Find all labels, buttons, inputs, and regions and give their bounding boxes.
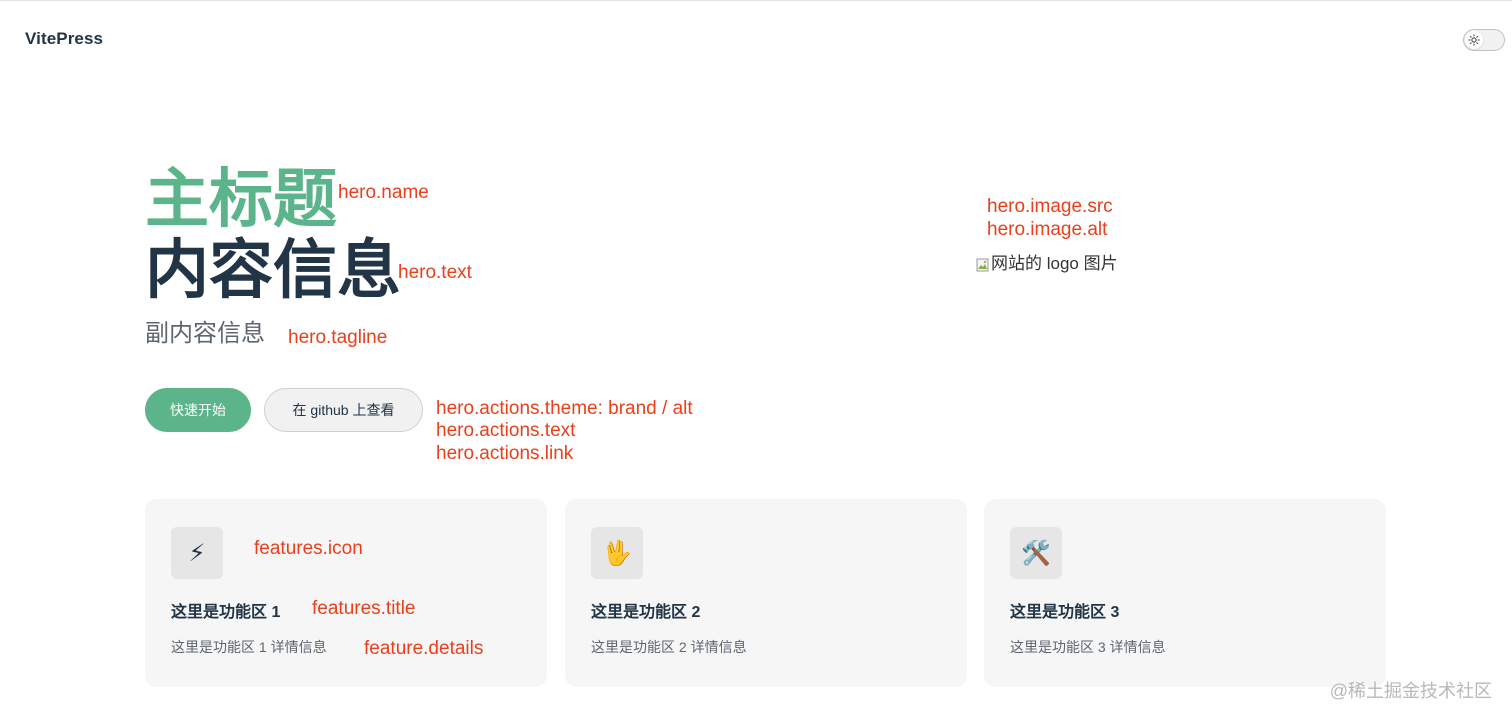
annotation-actions-text: hero.actions.text xyxy=(436,420,576,441)
annotation-actions-link: hero.actions.link xyxy=(436,443,574,464)
hero-text: 内容信息 xyxy=(145,234,401,306)
hero-name: 主标题 xyxy=(145,163,337,235)
feature-details: 这里是功能区 3 详情信息 xyxy=(1010,639,1166,655)
annotation-features-details: feature.details xyxy=(364,638,484,659)
annotation-hero-tagline: hero.tagline xyxy=(288,327,388,348)
annotation-hero-text: hero.text xyxy=(398,262,472,283)
feature-card-3: 🛠️ 这里是功能区 3 这里是功能区 3 详情信息 xyxy=(984,499,1386,687)
annotation-actions-theme: hero.actions.theme: brand / alt xyxy=(436,398,693,419)
feature-title: 这里是功能区 3 xyxy=(1010,604,1120,621)
hero-logo-image: 网站的 logo 图片 xyxy=(976,252,1118,276)
feature-card-1: ⚡ 这里是功能区 1 这里是功能区 1 详情信息 xyxy=(145,499,547,687)
sun-icon xyxy=(1465,31,1483,49)
top-divider xyxy=(0,0,1512,1)
get-started-button[interactable]: 快速开始 xyxy=(145,388,251,432)
annotation-features-icon: features.icon xyxy=(254,538,363,559)
view-on-github-button[interactable]: 在 github 上查看 xyxy=(264,388,423,432)
watermark: @稀土掘金技术社区 xyxy=(1329,681,1492,701)
feature-title: 这里是功能区 2 xyxy=(591,604,701,621)
page: VitePress 主标题 hero.name 内容信息 hero.text 副… xyxy=(0,0,1512,720)
annotation-image-alt: hero.image.alt xyxy=(987,219,1108,240)
site-title-link[interactable]: VitePress xyxy=(25,29,103,49)
hero-image-alt-text: 网站的 logo 图片 xyxy=(991,254,1118,273)
appearance-toggle[interactable] xyxy=(1463,29,1505,51)
hero-tagline: 副内容信息 xyxy=(145,320,265,347)
tools-icon: 🛠️ xyxy=(1010,527,1062,579)
feature-title: 这里是功能区 1 xyxy=(171,604,281,621)
annotation-image-src: hero.image.src xyxy=(987,196,1113,217)
broken-image-icon xyxy=(976,256,990,272)
lightning-icon: ⚡ xyxy=(171,527,223,579)
annotation-hero-name: hero.name xyxy=(338,182,429,203)
feature-details: 这里是功能区 2 详情信息 xyxy=(591,639,747,655)
annotation-features-title: features.title xyxy=(312,598,416,619)
vulcan-salute-icon: 🖖 xyxy=(591,527,643,579)
feature-details: 这里是功能区 1 详情信息 xyxy=(171,639,327,655)
feature-card-2: 🖖 这里是功能区 2 这里是功能区 2 详情信息 xyxy=(565,499,967,687)
